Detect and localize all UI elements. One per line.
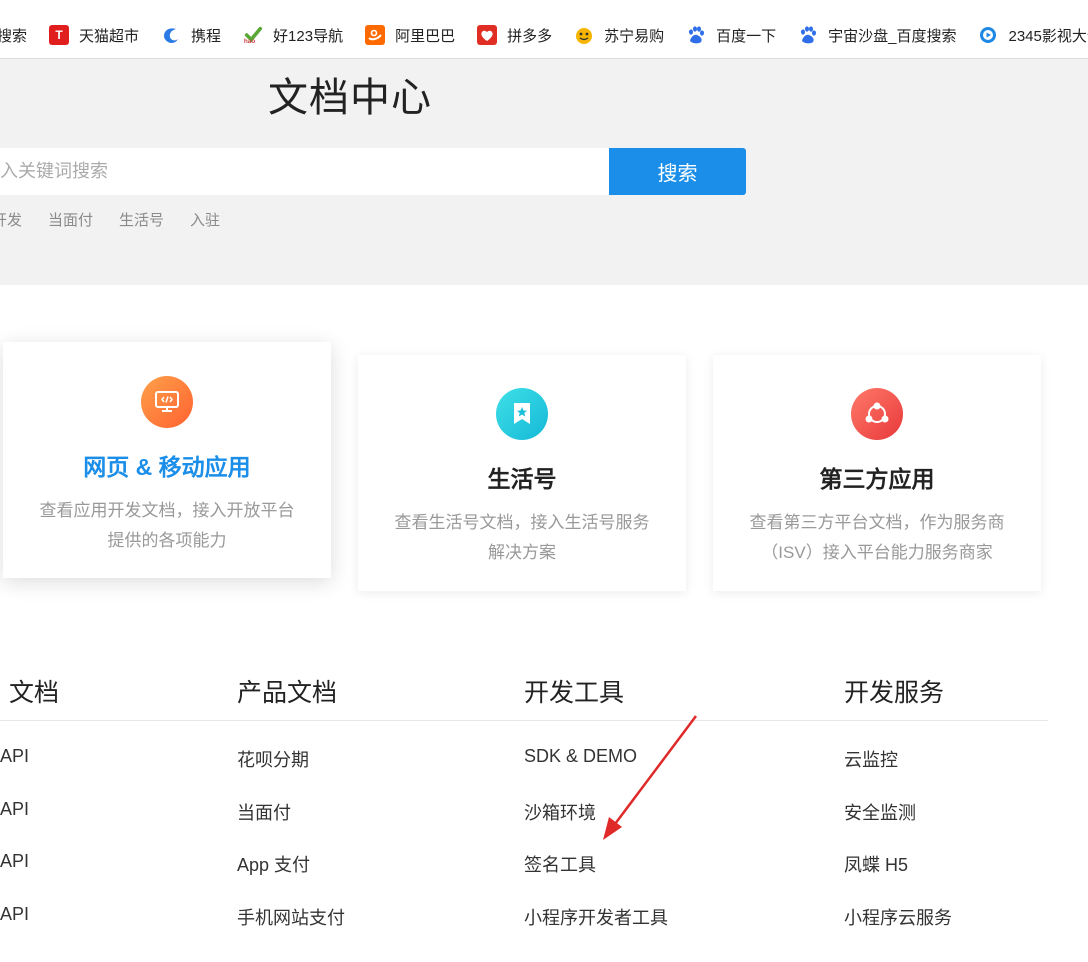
baidu-icon — [798, 25, 818, 45]
doc-link[interactable]: App 支付 — [237, 851, 310, 877]
signature-tool-link[interactable]: 签名工具 — [524, 851, 596, 877]
bookmark-label: 百度一下 — [716, 27, 777, 45]
card-title: 网页 & 移动应用 — [83, 454, 251, 480]
monitor-code-icon — [141, 376, 193, 428]
card-desc-line: 查看应用开发文档，接入开放平台 — [39, 501, 295, 520]
card-title: 第三方应用 — [819, 466, 935, 492]
bookmark-label: 苏宁易购 — [604, 27, 665, 45]
bookmark-label: 阿里巴巴 — [395, 27, 456, 45]
doc-link[interactable]: 花呗分期 — [237, 746, 309, 772]
hot-tag[interactable]: 当面付 — [48, 209, 93, 230]
card-description: 查看第三方平台文档，作为服务商 （ISV）接入平台能力服务商家 — [713, 508, 1041, 568]
tmall-icon: T — [49, 25, 70, 45]
suning-icon — [574, 25, 594, 45]
bookmark-ctrip[interactable]: 携程 — [161, 12, 221, 58]
doc-link[interactable]: 当面付 — [237, 799, 291, 825]
column-header-dev-tools: 开发工具 — [524, 679, 625, 707]
bookmark-baidu[interactable]: 百度一下 — [686, 12, 776, 58]
bookmark-label: 宇宙沙盘_百度搜索 — [828, 27, 957, 45]
bookmark-alibaba[interactable]: 阿里巴巴 — [365, 12, 455, 58]
doc-link[interactable]: 小程序云服务 — [844, 904, 952, 930]
section-divider — [0, 720, 1048, 721]
card-web-mobile-app[interactable]: 网页 & 移动应用 查看应用开发文档，接入开放平台 提供的各项能力 — [3, 342, 331, 578]
card-title: 生活号 — [487, 466, 557, 492]
bookmark-label: 携程 — [191, 27, 222, 45]
search-input[interactable] — [0, 148, 609, 195]
pinduoduo-icon — [477, 25, 498, 45]
column-header-product-docs: 产品文档 — [237, 679, 338, 707]
card-desc-line: 查看第三方平台文档，作为服务商 — [749, 513, 1005, 532]
card-desc-line: 查看生活号文档，接入生活号服务 — [394, 513, 650, 532]
doc-link[interactable]: API — [0, 746, 29, 767]
bookmark-label: 好123导航 — [273, 27, 344, 45]
card-life-account[interactable]: 生活号 查看生活号文档，接入生活号服务 解决方案 — [358, 355, 686, 591]
bookmark-search[interactable]: 搜索 — [0, 12, 27, 58]
bookmark-label: 拼多多 — [507, 27, 553, 45]
hot-tag[interactable]: 入驻 — [190, 209, 220, 230]
bookmark-suning[interactable]: 苏宁易购 — [574, 12, 664, 58]
bookmark-label: 2345影视大全 — [1008, 27, 1088, 45]
bookmark-hao123[interactable]: hao 好123导航 — [243, 12, 343, 58]
bookmark-baidu-search[interactable]: 宇宙沙盘_百度搜索 — [798, 12, 956, 58]
doc-link[interactable]: 小程序开发者工具 — [524, 904, 668, 930]
hot-tag[interactable]: 开发 — [0, 209, 22, 230]
doc-link[interactable]: SDK & DEMO — [524, 746, 637, 767]
hao123-icon: hao — [243, 25, 263, 45]
badge-star-icon — [496, 388, 548, 440]
doc-link[interactable]: API — [0, 904, 29, 925]
card-description: 查看应用开发文档，接入开放平台 提供的各项能力 — [3, 496, 331, 556]
alibaba-icon — [365, 25, 386, 45]
bookmark-label: 搜索 — [0, 27, 28, 45]
hero-section: 文档中心 搜索 开发 当面付 生活号 入驻 — [0, 59, 1088, 285]
doc-link[interactable]: 云监控 — [844, 746, 898, 772]
doc-link[interactable]: API — [0, 851, 29, 872]
bookmark-tmall[interactable]: T 天猫超市 — [49, 12, 139, 58]
card-desc-line: 解决方案 — [488, 543, 556, 562]
page-title: 文档中心 — [268, 76, 432, 120]
bookmark-pinduoduo[interactable]: 拼多多 — [477, 12, 552, 58]
doc-link[interactable]: 手机网站支付 — [237, 904, 345, 930]
doc-link[interactable]: 沙箱环境 — [524, 799, 596, 825]
network-share-icon — [851, 388, 903, 440]
bookmarks-bar: 搜索 T 天猫超市 携程 hao 好123导航 阿里巴巴 拼多多 苏宁易购 百度… — [0, 12, 1088, 59]
search-button[interactable]: 搜索 — [609, 148, 746, 195]
card-desc-line: （ISV）接入平台能力服务商家 — [761, 543, 993, 562]
card-desc-line: 提供的各项能力 — [107, 531, 227, 550]
card-third-party-app[interactable]: 第三方应用 查看第三方平台文档，作为服务商 （ISV）接入平台能力服务商家 — [713, 355, 1041, 591]
svg-text:hao: hao — [244, 38, 255, 45]
doc-link[interactable]: 凤蝶 H5 — [844, 851, 908, 877]
doc-link[interactable]: API — [0, 799, 29, 820]
bookmark-2345[interactable]: 2345影视大全 — [978, 12, 1088, 58]
column-header-dev-services: 开发服务 — [844, 679, 945, 707]
hot-tags: 开发 当面付 生活号 入驻 — [0, 209, 246, 230]
column-header-docs: 文档 — [9, 679, 60, 707]
doc-link[interactable]: 安全监测 — [844, 799, 916, 825]
ctrip-icon — [161, 25, 181, 45]
hot-tag[interactable]: 生活号 — [119, 209, 164, 230]
card-description: 查看生活号文档，接入生活号服务 解决方案 — [358, 508, 686, 568]
baidu-icon — [686, 25, 706, 45]
bookmark-label: 天猫超市 — [79, 27, 140, 45]
play-icon — [978, 25, 998, 45]
